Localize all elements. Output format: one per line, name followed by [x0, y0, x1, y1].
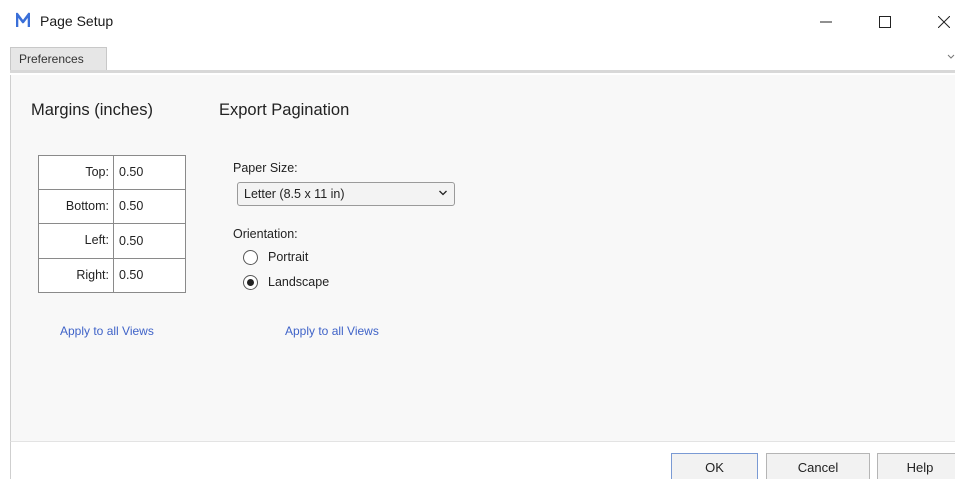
margins-grid: Top: Bottom: Left: Right:: [38, 155, 186, 293]
margin-top-input[interactable]: [115, 156, 185, 189]
paper-size-select[interactable]: Letter (8.5 x 11 in): [237, 182, 455, 206]
chevron-down-icon: [439, 190, 447, 196]
help-button[interactable]: Help: [877, 453, 955, 479]
margin-bottom-input[interactable]: [115, 189, 185, 223]
chevron-down-icon[interactable]: [947, 52, 955, 63]
margin-label-bottom: Bottom:: [39, 189, 114, 223]
tab-strip: Preferences: [10, 47, 955, 73]
margin-row-right: Right:: [38, 258, 186, 293]
paper-size-value: Letter (8.5 x 11 in): [244, 187, 345, 201]
margin-left-input[interactable]: [115, 224, 185, 258]
portrait-label: Portrait: [268, 250, 309, 264]
window-title: Page Setup: [40, 13, 114, 29]
margins-apply-all-link[interactable]: Apply to all Views: [60, 324, 154, 338]
paper-size-label: Paper Size:: [233, 161, 298, 175]
cancel-button[interactable]: Cancel: [766, 453, 870, 479]
landscape-label: Landscape: [268, 275, 330, 289]
radio-selected-icon: [243, 274, 258, 290]
dialog-footer: OK Cancel Help: [10, 441, 955, 479]
export-apply-all-link[interactable]: Apply to all Views: [285, 324, 379, 338]
margin-right-input[interactable]: [115, 258, 185, 292]
close-icon: [938, 16, 950, 28]
radio-unselected-icon: [243, 249, 258, 265]
minimize-button[interactable]: [814, 10, 838, 34]
orientation-landscape-radio[interactable]: Landscape: [243, 273, 329, 291]
margin-row-top: Top:: [38, 155, 186, 190]
orientation-portrait-radio[interactable]: Portrait: [243, 248, 308, 266]
close-button[interactable]: [932, 10, 955, 34]
margin-label-left: Left:: [39, 224, 114, 258]
margin-label-right: Right:: [39, 258, 114, 292]
margin-row-bottom: Bottom:: [38, 189, 186, 224]
preferences-panel: Margins (inches) Export Pagination Top: …: [10, 75, 955, 441]
margin-label-top: Top:: [39, 156, 114, 189]
ok-button[interactable]: OK: [671, 453, 758, 479]
app-logo-icon: [16, 12, 30, 27]
orientation-label: Orientation:: [233, 227, 298, 241]
export-pagination-heading: Export Pagination: [219, 101, 350, 119]
tab-preferences[interactable]: Preferences: [10, 47, 107, 70]
maximize-icon: [879, 16, 891, 28]
title-bar: Page Setup: [0, 0, 955, 44]
minimize-icon: [820, 21, 832, 23]
maximize-button[interactable]: [873, 10, 897, 34]
margins-heading: Margins (inches): [31, 101, 153, 119]
margin-row-left: Left:: [38, 224, 186, 259]
